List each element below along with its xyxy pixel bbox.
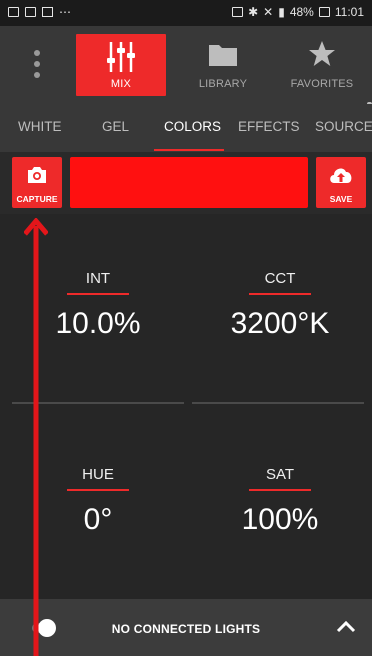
favorites-button[interactable]: FAVORITES [276, 34, 368, 96]
gallery-icon [25, 7, 36, 17]
save-label: SAVE [329, 194, 353, 204]
camera-icon [28, 167, 46, 183]
cloud-upload-icon [330, 168, 352, 183]
sat-control[interactable]: SAT 100% [190, 466, 370, 537]
status-left-icons: ⋯ [8, 5, 71, 19]
email-icon [8, 7, 19, 17]
more-notifications-icon: ⋯ [59, 5, 71, 19]
sat-label: SAT [265, 466, 295, 483]
signal-icon: ▮ [278, 5, 285, 19]
capture-button[interactable]: CAPTURE [12, 157, 62, 208]
mix-label: MIX [110, 78, 132, 90]
annotation-arrow-up [24, 218, 48, 656]
tab-colors[interactable]: COLORS [164, 119, 221, 134]
battery-icon [318, 7, 330, 17]
int-underline [67, 293, 129, 295]
color-action-row: CAPTURE SAVE [0, 152, 372, 214]
cct-underline [249, 293, 311, 295]
tab-white[interactable]: WHITE [18, 119, 62, 134]
chevron-up-icon[interactable] [336, 619, 356, 633]
mute-icon: ✕ [263, 5, 274, 19]
hue-underline [67, 489, 129, 491]
capture-label: CAPTURE [16, 194, 58, 204]
clock: 11:01 [334, 5, 364, 19]
status-right-icons: ✱ ✕ ▮ 48% 11:01 [232, 5, 364, 19]
cct-value[interactable]: 3200°K [190, 307, 370, 341]
library-label: LIBRARY [198, 78, 248, 90]
notification-icon [42, 7, 53, 17]
bluetooth-icon: ✱ [248, 5, 259, 19]
color-swatch[interactable] [70, 157, 308, 208]
cct-control[interactable]: CCT 3200°K [190, 270, 370, 341]
mix-button[interactable]: MIX [76, 34, 166, 96]
top-nav-bar: MIX LIBRARY FAVORITES [0, 26, 372, 192]
no-connected-lights-text: NO CONNECTED LIGHTS [111, 622, 261, 636]
library-button[interactable]: LIBRARY [178, 34, 268, 96]
tab-bar: WHITE GEL COLORS EFFECTS SOURCE [0, 104, 372, 152]
bottom-bar: NO CONNECTED LIGHTS [0, 599, 372, 656]
save-button[interactable]: SAVE [316, 157, 366, 208]
star-icon [309, 41, 335, 66]
divider-right [192, 402, 364, 404]
status-bar: ⋯ ✱ ✕ ▮ 48% 11:01 [0, 0, 372, 26]
sat-underline [249, 489, 311, 491]
alarm-icon [232, 7, 244, 17]
kebab-menu-icon[interactable] [30, 44, 44, 84]
sat-value[interactable]: 100% [190, 503, 370, 537]
cct-label: CCT [264, 270, 296, 287]
tab-effects[interactable]: EFFECTS [238, 119, 300, 134]
favorites-label: FAVORITES [290, 78, 354, 90]
tab-gel[interactable]: GEL [102, 119, 129, 134]
folder-icon [209, 45, 237, 66]
active-tab-indicator [154, 149, 224, 151]
sliders-icon [107, 42, 135, 72]
tab-source[interactable]: SOURCE [315, 119, 372, 134]
battery-percent: 48% [289, 5, 314, 19]
